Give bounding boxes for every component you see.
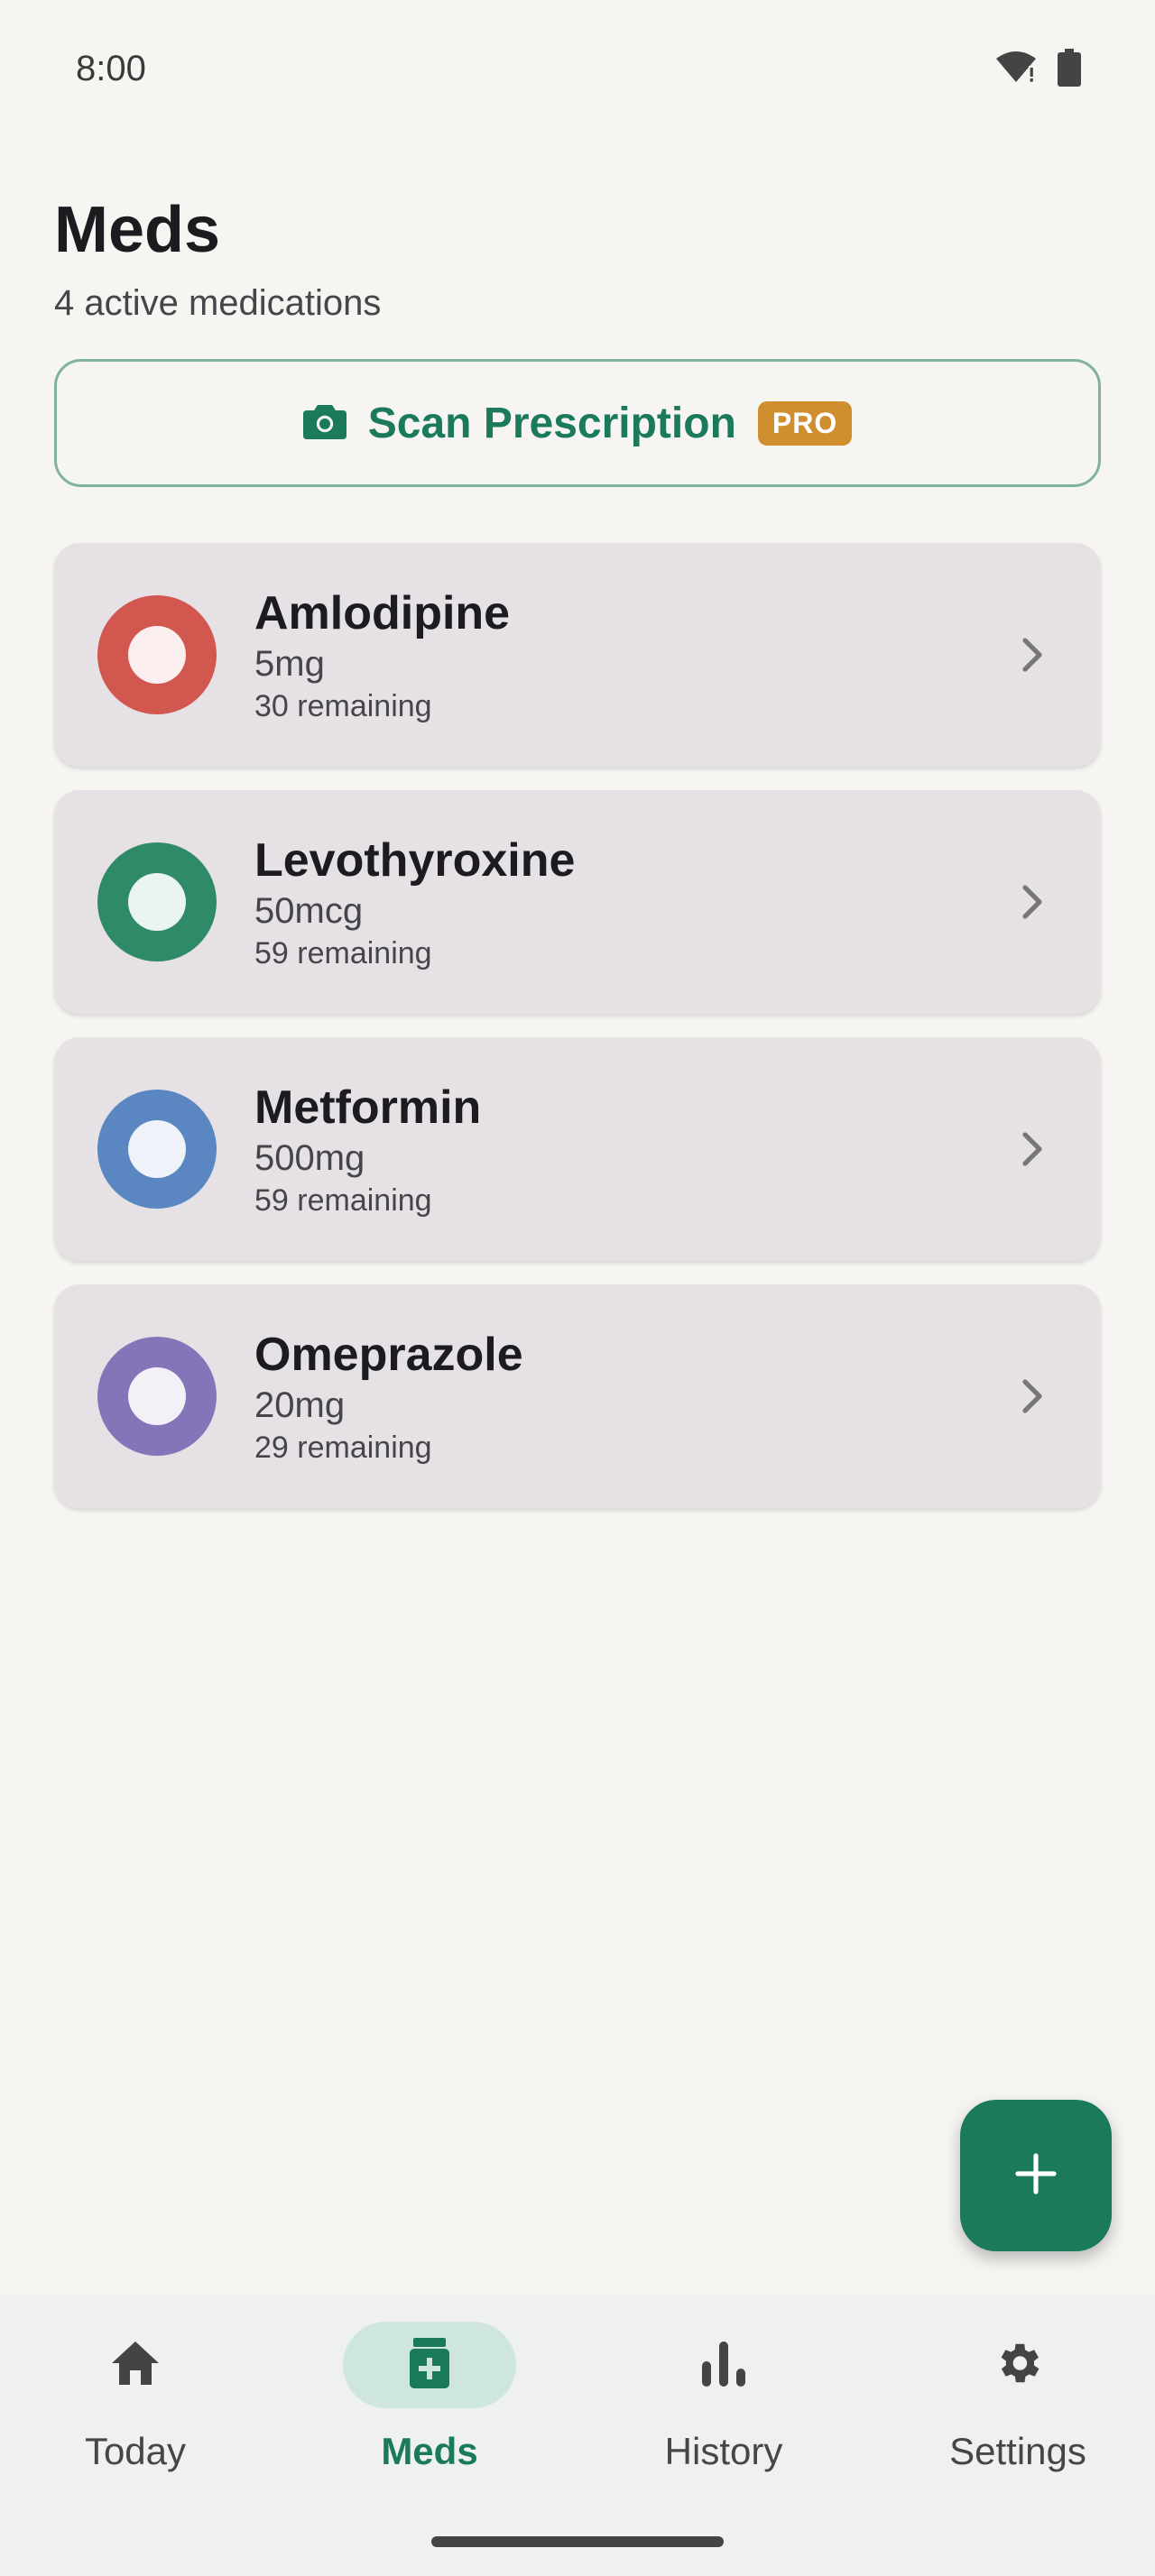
chevron-right-icon [1020,1376,1045,1421]
home-icon [108,2338,162,2393]
battery-icon [1058,49,1081,91]
status-time: 8:00 [76,49,146,88]
nav-item-today[interactable]: Today [0,2322,280,2520]
page-title: Meds [54,194,221,266]
nav-icon-container [343,2322,516,2408]
add-medication-button[interactable] [960,2100,1112,2251]
pill-icon [97,595,217,714]
chevron-right-icon [1020,882,1045,926]
camera-icon [302,401,346,446]
pill-icon [97,1090,217,1209]
nav-icon-container [931,2322,1104,2408]
bottom-navigation: Today Meds History Settings [0,2295,1155,2576]
page-subtitle: 4 active medications [54,283,382,323]
meds-screen: 8:00 Meds 4 active medications Scan Pres… [0,0,1155,2576]
scan-prescription-label: Scan Prescription [367,399,736,447]
gear-icon [992,2337,1044,2394]
pill-icon [97,1337,217,1456]
nav-label-history: History [664,2430,783,2472]
home-indicator [431,2536,724,2547]
medication-card-metformin[interactable]: Metformin 500mg 59 remaining [54,1037,1101,1261]
chevron-right-icon [1020,635,1045,679]
status-bar: 8:00 [0,0,1155,135]
pill-icon [97,842,217,961]
medication-dose: 5mg [254,644,325,684]
medication-dose: 50mcg [254,891,364,931]
pro-badge: PRO [757,400,853,446]
nav-label-settings: Settings [949,2430,1086,2472]
medication-remaining: 59 remaining [254,1183,432,1218]
medication-dose: 500mg [254,1138,365,1178]
nav-icon-container [637,2322,810,2408]
medication-list: Amlodipine 5mg 30 remaining Levothyroxin… [54,543,1101,1532]
medication-dose: 20mg [254,1385,346,1425]
plus-icon [1014,2152,1058,2200]
medication-remaining: 30 remaining [254,689,432,723]
medication-remaining: 59 remaining [254,936,432,971]
medication-name: Levothyroxine [254,834,576,887]
bar-chart-icon [700,2340,747,2391]
nav-icon-container [49,2322,222,2408]
nav-item-meds[interactable]: Meds [285,2322,574,2520]
scan-prescription-button[interactable]: Scan Prescription PRO [54,359,1101,487]
medication-name: Amlodipine [254,587,511,639]
medication-name: Omeprazole [254,1329,523,1381]
pill-bottle-icon [410,2337,449,2393]
nav-label-meds: Meds [381,2430,478,2472]
nav-label-today: Today [84,2430,187,2472]
medication-remaining: 29 remaining [254,1431,432,1465]
medication-name: Metformin [254,1081,482,1134]
nav-item-settings[interactable]: Settings [873,2322,1155,2520]
nav-item-history[interactable]: History [579,2322,868,2520]
medication-card-amlodipine[interactable]: Amlodipine 5mg 30 remaining [54,543,1101,767]
status-icons [994,49,1081,91]
medication-card-omeprazole[interactable]: Omeprazole 20mg 29 remaining [54,1284,1101,1508]
chevron-right-icon [1020,1129,1045,1173]
wifi-icon [994,50,1038,90]
medication-card-levothyroxine[interactable]: Levothyroxine 50mcg 59 remaining [54,790,1101,1014]
